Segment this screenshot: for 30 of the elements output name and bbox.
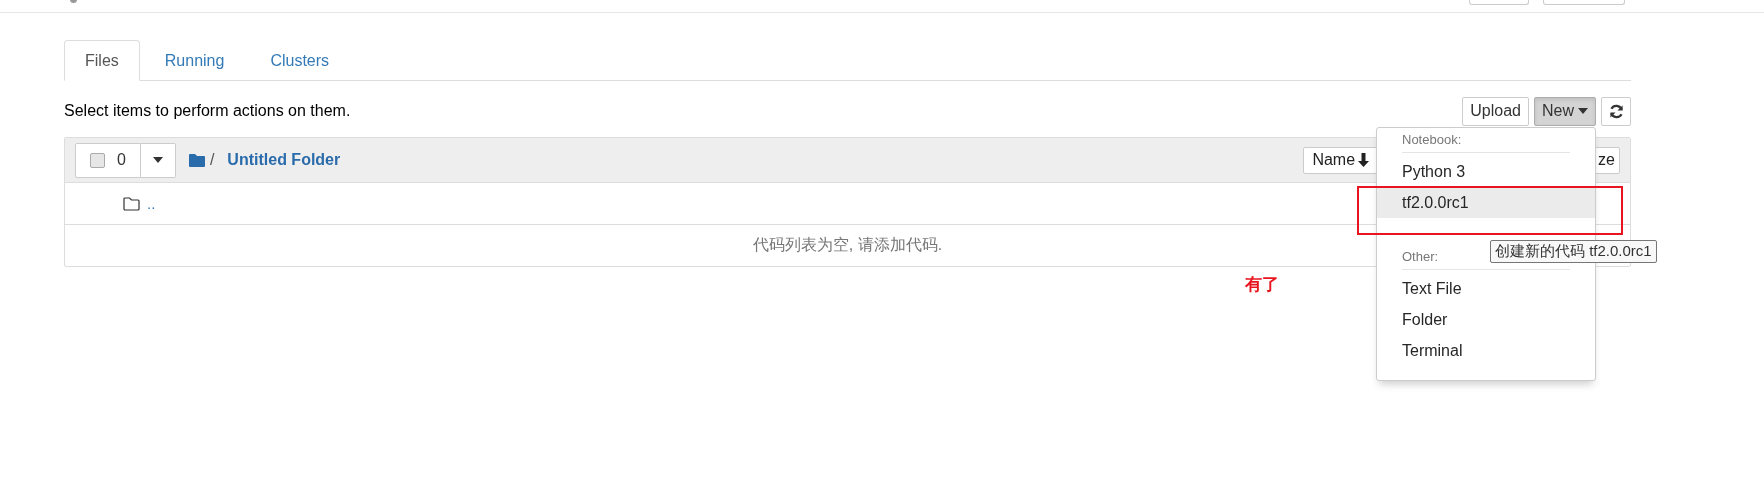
- select-all-control[interactable]: 0: [75, 142, 141, 178]
- empty-list-message: 代码列表为空, 请添加代码.: [752, 235, 943, 255]
- tab[interactable]: Running: [143, 40, 246, 81]
- new-button[interactable]: New: [1534, 96, 1596, 126]
- instruction-text: Select items to perform actions on them.: [64, 102, 351, 120]
- tab[interactable]: Files: [64, 40, 140, 81]
- refresh-icon: [1608, 103, 1624, 119]
- menu-item[interactable]: Terminal: [1377, 335, 1595, 366]
- menu-item[interactable]: Folder: [1377, 304, 1595, 335]
- path-separator: /: [209, 151, 215, 169]
- menu-section-header: Notebook:: [1402, 132, 1462, 147]
- menu-item[interactable]: tf2.0.0rc1: [1377, 187, 1595, 218]
- selected-count: 0: [117, 151, 126, 169]
- menu-item[interactable]: Text File: [1377, 273, 1595, 304]
- menu-section-header: Other:: [1402, 249, 1439, 264]
- tab[interactable]: Clusters: [249, 40, 351, 81]
- folder-icon: [123, 196, 140, 211]
- down-arrow-icon: [1358, 153, 1370, 167]
- upload-button[interactable]: Upload: [1462, 96, 1529, 126]
- checkbox[interactable]: [90, 152, 105, 168]
- refresh-button[interactable]: [1601, 96, 1631, 126]
- folder-link[interactable]: Untitled Folder: [227, 151, 341, 169]
- parent-folder-link[interactable]: ..: [147, 195, 156, 212]
- sort-button[interactable]: Name: [1303, 146, 1379, 174]
- caret-icon: [152, 157, 163, 163]
- select-dropdown-button[interactable]: [140, 142, 176, 178]
- folder-icon: [188, 153, 205, 167]
- caret-icon: [1578, 108, 1588, 114]
- tooltip: 创建新的代码 tf2.0.0rc1: [1490, 240, 1657, 263]
- annotation-text: 有了: [1245, 274, 1279, 296]
